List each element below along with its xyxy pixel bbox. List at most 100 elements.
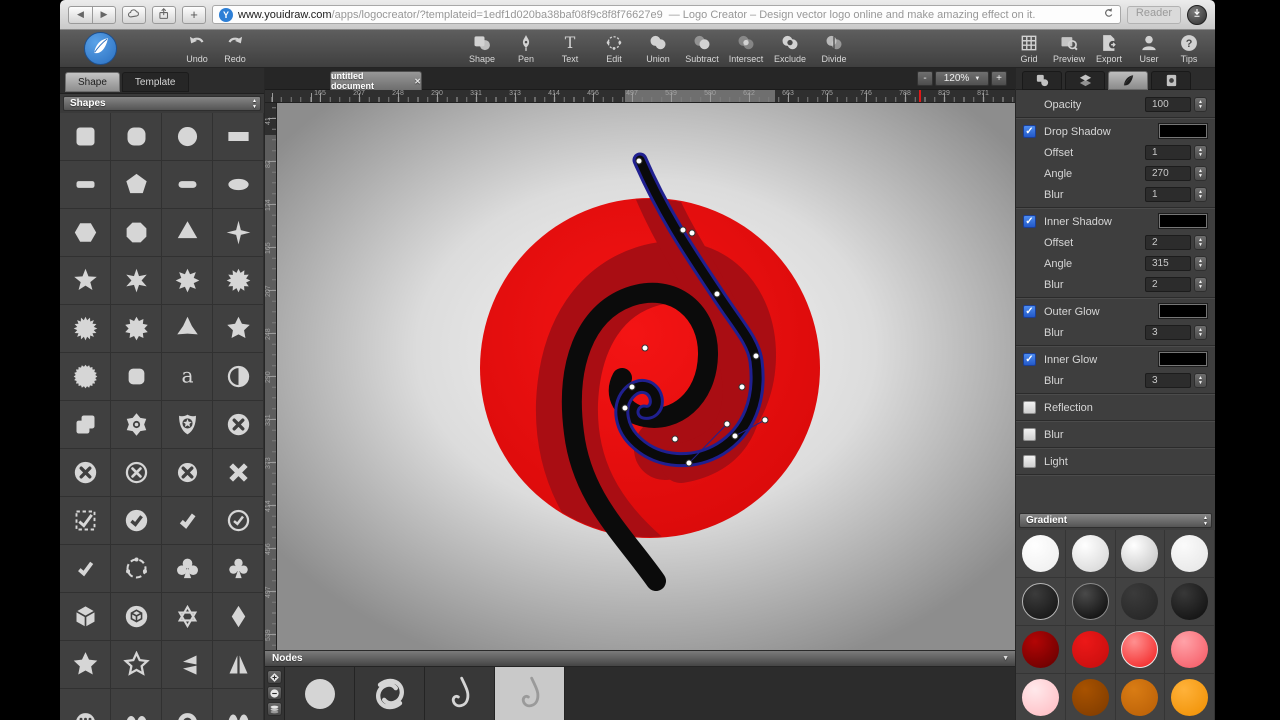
light-checkbox[interactable] [1023,455,1036,468]
zoom-in-button[interactable]: + [991,71,1007,86]
zoom-out-button[interactable]: - [917,71,933,86]
inner-glow-color-swatch[interactable] [1159,352,1207,366]
shape-pentagon[interactable] [111,161,162,209]
tab-document[interactable] [1151,71,1191,90]
shape-cube-circle[interactable] [111,593,162,641]
tool-exclude-button[interactable]: Exclude [768,33,812,64]
shape-arch[interactable] [162,689,213,720]
tool-user-button[interactable]: User [1129,33,1169,64]
shape-burst12[interactable] [213,257,264,305]
shape-trefoil[interactable] [162,305,213,353]
inner-shadow-blur-value-field[interactable]: 2 [1145,277,1191,292]
shape-rect-sm[interactable] [60,161,111,209]
document-tab[interactable]: untitled document ✕ [330,71,422,90]
shape-squircle[interactable] [111,113,162,161]
layer-thumbnail-1[interactable] [285,667,355,720]
blur-checkbox[interactable] [1023,428,1036,441]
drop-shadow-offset-value-field[interactable]: 1 [1145,145,1191,160]
share-button[interactable] [152,6,176,24]
new-tab-button[interactable]: + [182,6,206,24]
inner-glow-checkbox[interactable]: ✓ [1023,353,1036,366]
gradient-swatch-14[interactable] [1072,679,1109,716]
tab-shape[interactable]: Shape [65,72,120,92]
inner-glow-blur-value-field[interactable]: 3 [1145,373,1191,388]
shape-half-circle[interactable] [213,353,264,401]
shape-letter-a[interactable]: a [162,353,213,401]
nodes-panel-header[interactable]: Nodes ▼ [265,650,1015,667]
shape-burst8[interactable] [162,257,213,305]
tab-style[interactable] [1022,71,1062,90]
canvas[interactable] [277,103,1015,650]
tab-layers[interactable] [1065,71,1105,90]
shape-circle[interactable] [162,113,213,161]
remove-node-button[interactable] [267,686,282,700]
tool-union-button[interactable]: Union [636,33,680,64]
gradient-swatch-2[interactable] [1072,535,1109,572]
refresh-icon[interactable] [1102,8,1115,21]
shape-diamond[interactable] [213,593,264,641]
gradient-swatch-9[interactable] [1022,631,1059,668]
shape-ff-left[interactable] [162,641,213,689]
shape-star-fill[interactable] [60,641,111,689]
shape-x-bold[interactable] [213,449,264,497]
gradient-swatch-8[interactable] [1171,583,1208,620]
shape-star6[interactable] [111,257,162,305]
shape-chk-circle[interactable] [111,497,162,545]
gradient-swatch-16[interactable] [1171,679,1208,716]
reader-button[interactable]: Reader [1127,6,1181,24]
drop-shadow-color-swatch[interactable] [1159,124,1207,138]
tool-subtract-button[interactable]: Subtract [680,33,724,64]
redo-button[interactable]: Redo [216,33,254,64]
reflection-checkbox[interactable] [1023,401,1036,414]
shape-stack-sq[interactable] [60,401,111,449]
tool-preview-button[interactable]: Preview [1049,33,1089,64]
gradient-swatch-10[interactable] [1072,631,1109,668]
gradient-swatch-3[interactable] [1121,535,1158,572]
shape-cube[interactable] [60,593,111,641]
inner-shadow-offset-stepper[interactable]: ▲▼ [1194,235,1207,250]
tab-template[interactable]: Template [122,72,189,92]
shape-chk-bold[interactable] [162,497,213,545]
shape-chk-ring[interactable] [213,497,264,545]
shape-rect[interactable] [213,113,264,161]
shape-dome2[interactable] [111,689,162,720]
shape-star5[interactable] [60,257,111,305]
shape-x-circle[interactable] [213,401,264,449]
tab-effects[interactable] [1108,71,1148,90]
gradient-swatch-15[interactable] [1121,679,1158,716]
outer-glow-blur-value-field[interactable]: 3 [1145,325,1191,340]
tool-tips-button[interactable]: ?Tips [1169,33,1209,64]
tool-export-button[interactable]: Export [1089,33,1129,64]
shape-pill[interactable] [162,161,213,209]
shape-octagon[interactable] [111,209,162,257]
layer-thumbnail-4[interactable] [495,667,565,720]
tool-pen-button[interactable]: Pen [504,33,548,64]
outer-glow-color-swatch[interactable] [1159,304,1207,318]
shape-x-circle-sm[interactable] [162,449,213,497]
forward-button[interactable]: ▶ [92,6,116,24]
icloud-button[interactable] [122,6,146,24]
add-node-button[interactable] [267,670,282,684]
drop-shadow-angle-value-field[interactable]: 270 [1145,166,1191,181]
tool-grid-button[interactable]: Grid [1009,33,1049,64]
back-button[interactable]: ◀ [68,6,92,24]
shape-dome-pair[interactable] [213,689,264,720]
shape-chk-dash[interactable] [60,497,111,545]
tool-shape-button[interactable]: Shape [460,33,504,64]
gradient-swatch-4[interactable] [1171,535,1208,572]
inner-shadow-color-swatch[interactable] [1159,214,1207,228]
shape-triangle[interactable] [162,209,213,257]
shape-star5-round[interactable] [213,305,264,353]
gradient-swatch-12[interactable] [1171,631,1208,668]
shape-star4[interactable] [213,209,264,257]
shape-x-ring[interactable] [111,449,162,497]
zoom-level-select[interactable]: 120% ▼ [935,71,989,86]
shape-gear10[interactable] [111,305,162,353]
inner-shadow-angle-stepper[interactable]: ▲▼ [1194,256,1207,271]
layers-button[interactable] [267,702,282,716]
inner-shadow-blur-stepper[interactable]: ▲▼ [1194,277,1207,292]
opacity-stepper[interactable]: ▲▼ [1194,97,1207,112]
shape-tri-pair[interactable] [213,641,264,689]
shape-star-david[interactable] [162,593,213,641]
layer-thumbnail-2[interactable] [355,667,425,720]
